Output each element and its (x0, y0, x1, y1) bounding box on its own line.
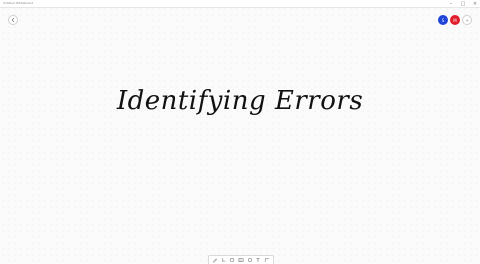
shapes-icon (247, 257, 252, 263)
avatar[interactable]: M (450, 15, 460, 25)
avatar[interactable]: S (438, 15, 448, 25)
back-button[interactable] (8, 15, 18, 25)
arrow-left-icon (11, 17, 15, 23)
minimize-button[interactable]: – (448, 1, 454, 7)
pen-icon (213, 258, 218, 263)
window-titlebar: Untitled Whiteboard – □ × (0, 0, 480, 8)
text-tool[interactable] (255, 257, 261, 263)
share-button[interactable]: + (462, 15, 472, 25)
comment-tool[interactable] (229, 257, 235, 263)
window-controls: – □ × (448, 0, 478, 7)
app-window: Untitled Whiteboard – □ × S M + Identify… (0, 0, 480, 264)
text-icon (256, 258, 260, 262)
pen-tool[interactable] (212, 257, 218, 263)
avatar-initial: + (465, 17, 469, 23)
comment-icon (230, 258, 235, 262)
image-icon (238, 258, 244, 262)
maximize-button[interactable]: □ (460, 1, 466, 7)
more-icon (264, 258, 269, 262)
shapes-tool[interactable] (247, 257, 253, 263)
select-tool[interactable] (221, 257, 227, 263)
window-title: Untitled Whiteboard (3, 1, 34, 5)
avatar-initial: S (441, 17, 445, 23)
avatar-initial: M (453, 17, 457, 23)
cursor-icon (222, 258, 226, 263)
more-tools[interactable] (264, 257, 270, 263)
whiteboard-title: Identifying Errors (116, 86, 364, 116)
close-button[interactable]: × (472, 1, 478, 7)
collaborator-avatars: S M + (438, 15, 472, 25)
image-tool[interactable] (238, 257, 244, 263)
drawing-toolbar (208, 255, 274, 264)
